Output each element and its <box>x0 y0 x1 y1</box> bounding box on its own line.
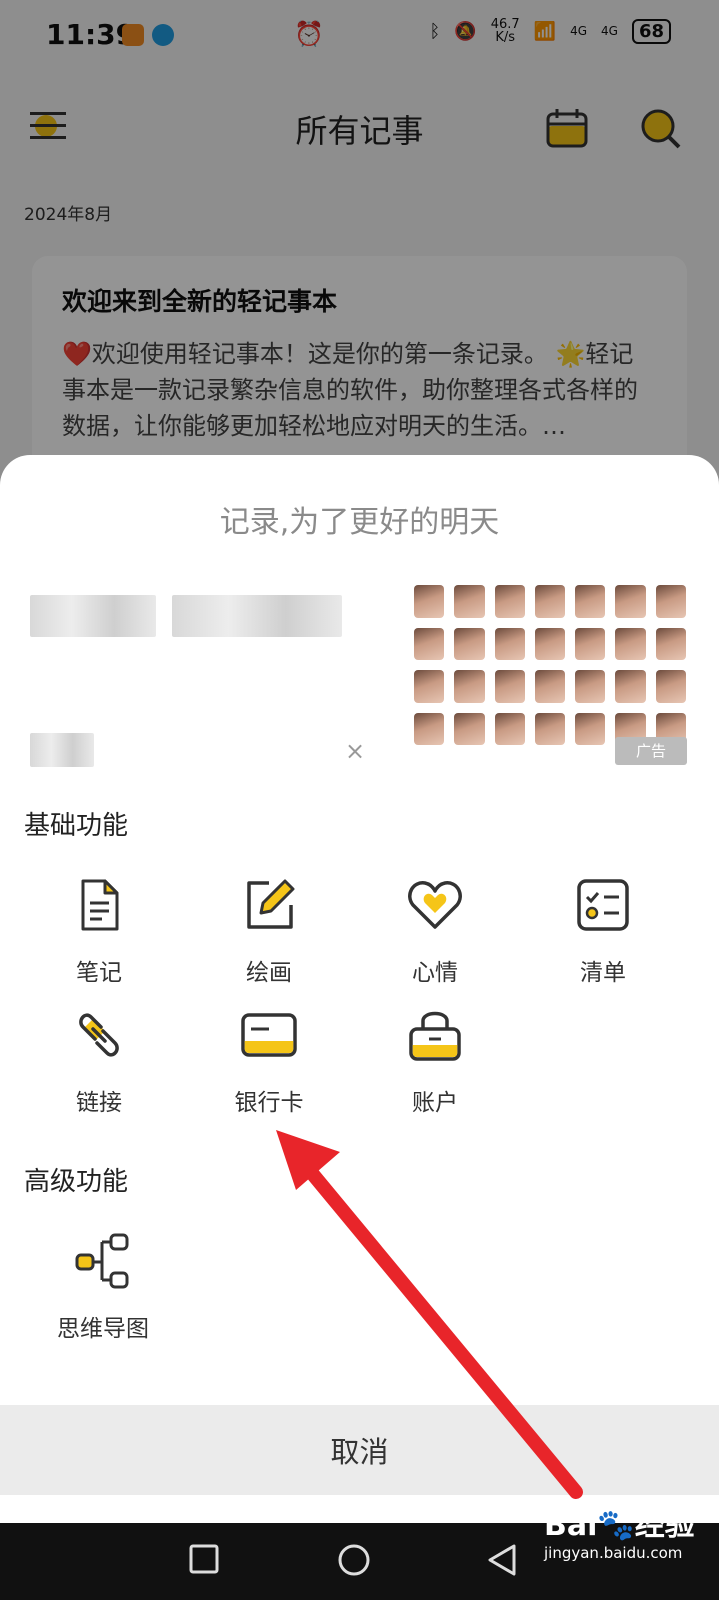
paw-icon: 🐾 <box>597 1508 635 1543</box>
watermark-url: jingyan.baidu.com <box>544 1544 683 1562</box>
annotation-arrow <box>276 1130 583 1499</box>
watermark-brand: Bai <box>544 1508 598 1543</box>
watermark-brand-cn: 经验 <box>634 1508 695 1543</box>
baidu-watermark: Bai🐾经验 jingyan.baidu.com <box>544 1500 695 1562</box>
